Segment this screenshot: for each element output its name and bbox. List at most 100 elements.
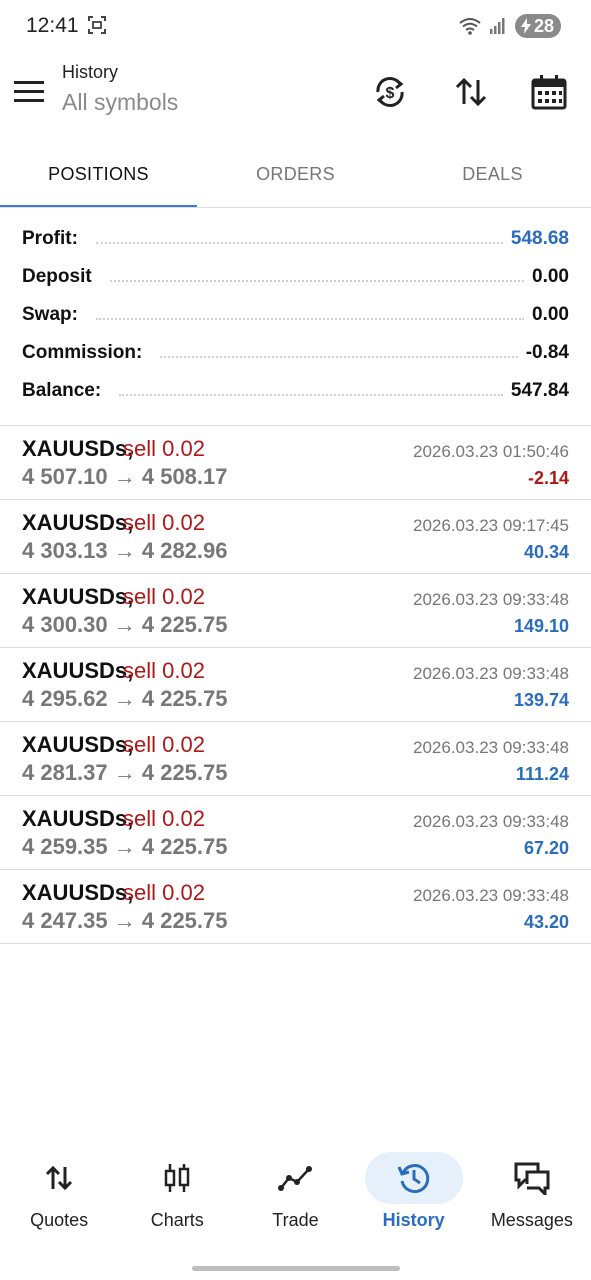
summary-swap-row: Swap: 0.00 bbox=[0, 296, 591, 334]
tab-positions[interactable]: POSITIONS bbox=[0, 140, 197, 208]
dotted-leader bbox=[160, 356, 518, 358]
battery-indicator: 28 bbox=[514, 14, 561, 38]
trade-icon bbox=[278, 1166, 313, 1191]
currency-exchange-icon: $ bbox=[376, 77, 404, 107]
position-profit: 40.34 bbox=[523, 542, 569, 562]
position-side: sell 0.02 bbox=[123, 806, 205, 831]
commission-label: Commission: bbox=[22, 342, 153, 364]
position-prices: 4 507.10 → 4 508.17 bbox=[22, 464, 228, 489]
position-symbol: XAUUSDs, bbox=[22, 806, 134, 831]
calendar-icon bbox=[531, 75, 567, 110]
nav-quotes[interactable]: Quotes bbox=[0, 1148, 118, 1248]
symbol-filter[interactable]: All symbols bbox=[62, 89, 178, 116]
dotted-leader bbox=[109, 280, 525, 282]
currency-exchange-button[interactable]: $ bbox=[368, 70, 412, 114]
nav-label: Trade bbox=[272, 1210, 319, 1230]
position-row[interactable]: XAUUSDs, sell 0.02 4 247.35 → 4 225.75 2… bbox=[0, 870, 591, 944]
position-time: 2026.03.23 09:33:48 bbox=[413, 664, 569, 683]
position-time: 2026.03.23 09:33:48 bbox=[413, 738, 569, 757]
position-time: 2026.03.23 09:17:45 bbox=[413, 516, 569, 535]
messages-icon bbox=[514, 1162, 550, 1195]
menu-button[interactable] bbox=[14, 74, 48, 108]
home-indicator[interactable] bbox=[192, 1266, 400, 1271]
position-prices: 4 247.35 → 4 225.75 bbox=[22, 908, 228, 933]
swap-label: Swap: bbox=[22, 304, 88, 326]
position-side: sell 0.02 bbox=[123, 436, 205, 461]
profit-label: Profit: bbox=[22, 228, 88, 250]
positions-list: XAUUSDs, sell 0.02 4 507.10 → 4 508.17 2… bbox=[0, 425, 591, 944]
position-time: 2026.03.23 09:33:48 bbox=[413, 886, 569, 905]
position-prices: 4 295.62 → 4 225.75 bbox=[22, 686, 228, 711]
nav-label: Charts bbox=[150, 1210, 204, 1230]
title-block[interactable]: History All symbols bbox=[62, 62, 178, 116]
dotted-leader bbox=[119, 394, 503, 396]
position-symbol: XAUUSDs, bbox=[22, 658, 134, 683]
position-row[interactable]: XAUUSDs, sell 0.02 4 507.10 → 4 508.17 2… bbox=[0, 426, 591, 500]
position-side: sell 0.02 bbox=[123, 658, 205, 683]
position-symbol: XAUUSDs, bbox=[22, 510, 134, 535]
wifi-icon bbox=[459, 18, 481, 35]
status-time: 12:41 bbox=[26, 14, 79, 37]
nav-history[interactable]: History bbox=[355, 1148, 473, 1248]
nav-label: History bbox=[382, 1210, 445, 1230]
summary-deposit-row: Deposit 0.00 bbox=[0, 258, 591, 296]
position-symbol: XAUUSDs, bbox=[22, 584, 134, 609]
position-profit: 111.24 bbox=[515, 764, 569, 784]
nav-label: Messages bbox=[490, 1210, 573, 1230]
tab-bar: POSITIONS ORDERS DEALS bbox=[0, 140, 591, 208]
sort-icon bbox=[455, 77, 487, 107]
position-profit: 149.10 bbox=[513, 616, 569, 636]
summary-commission-row: Commission: -0.84 bbox=[0, 334, 591, 372]
position-row[interactable]: XAUUSDs, sell 0.02 4 303.13 → 4 282.96 2… bbox=[0, 500, 591, 574]
position-side: sell 0.02 bbox=[123, 732, 205, 757]
quotes-icon bbox=[46, 1165, 73, 1191]
app-bar: History All symbols $ bbox=[0, 56, 591, 140]
position-row[interactable]: XAUUSDs, sell 0.02 4 300.30 → 4 225.75 2… bbox=[0, 574, 591, 648]
menu-icon bbox=[14, 80, 44, 84]
nav-label: Quotes bbox=[30, 1210, 89, 1230]
charts-icon bbox=[165, 1164, 190, 1192]
screen-record-icon bbox=[88, 16, 106, 34]
tab-deals[interactable]: DEALS bbox=[394, 140, 591, 208]
deposit-label: Deposit bbox=[22, 266, 102, 288]
summary-panel: Profit: 548.68 Deposit 0.00 Swap: 0.00 C… bbox=[0, 220, 591, 410]
position-prices: 4 259.35 → 4 225.75 bbox=[22, 834, 228, 859]
position-row[interactable]: XAUUSDs, sell 0.02 4 295.62 → 4 225.75 2… bbox=[0, 648, 591, 722]
commission-value: -0.84 bbox=[525, 342, 569, 363]
profit-value: 548.68 bbox=[510, 228, 569, 249]
position-profit: 67.20 bbox=[523, 838, 569, 858]
bottom-navigation: Quotes Charts Trade History Messages bbox=[0, 1148, 591, 1248]
position-profit: 139.74 bbox=[513, 690, 569, 710]
position-row[interactable]: XAUUSDs, sell 0.02 4 259.35 → 4 225.75 2… bbox=[0, 796, 591, 870]
tab-orders[interactable]: ORDERS bbox=[197, 140, 394, 208]
summary-profit-row: Profit: 548.68 bbox=[0, 220, 591, 258]
balance-value: 547.84 bbox=[510, 380, 569, 401]
tabs-divider bbox=[0, 207, 591, 208]
dotted-leader bbox=[95, 242, 503, 244]
nav-charts[interactable]: Charts bbox=[118, 1148, 236, 1248]
charging-icon bbox=[520, 18, 531, 34]
nav-messages[interactable]: Messages bbox=[473, 1148, 591, 1248]
battery-level: 28 bbox=[533, 15, 554, 36]
deposit-value: 0.00 bbox=[532, 266, 569, 287]
position-prices: 4 303.13 → 4 282.96 bbox=[22, 538, 228, 563]
position-time: 2026.03.23 09:33:48 bbox=[413, 590, 569, 609]
status-bar: 12:41 28 bbox=[0, 0, 591, 56]
position-side: sell 0.02 bbox=[123, 584, 205, 609]
dotted-leader bbox=[95, 318, 525, 320]
position-symbol: XAUUSDs, bbox=[22, 732, 134, 757]
calendar-button[interactable] bbox=[527, 70, 571, 114]
position-symbol: XAUUSDs, bbox=[22, 436, 134, 461]
position-profit: 43.20 bbox=[523, 912, 569, 932]
position-side: sell 0.02 bbox=[123, 880, 205, 905]
page-title: History bbox=[62, 62, 119, 82]
position-profit: -2.14 bbox=[527, 468, 569, 488]
sort-button[interactable] bbox=[449, 70, 493, 114]
nav-trade[interactable]: Trade bbox=[236, 1148, 354, 1248]
position-side: sell 0.02 bbox=[123, 510, 205, 535]
position-time: 2026.03.23 01:50:46 bbox=[413, 442, 569, 461]
position-row[interactable]: XAUUSDs, sell 0.02 4 281.37 → 4 225.75 2… bbox=[0, 722, 591, 796]
position-prices: 4 300.30 → 4 225.75 bbox=[22, 612, 228, 637]
position-symbol: XAUUSDs, bbox=[22, 880, 134, 905]
history-icon bbox=[397, 1164, 429, 1194]
